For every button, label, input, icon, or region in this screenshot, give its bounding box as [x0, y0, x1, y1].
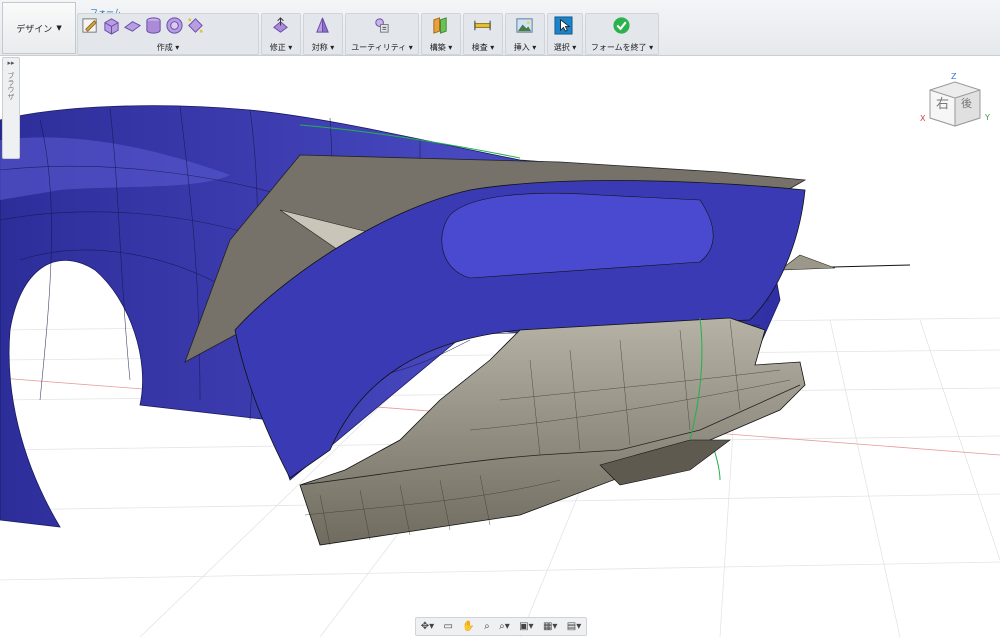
viewcube-face-back[interactable]: 後: [961, 96, 972, 110]
group-finish-label[interactable]: フォームを終了: [591, 43, 647, 52]
group-symmetry: 対称 ▾: [303, 13, 343, 55]
look-at-icon[interactable]: ▭: [443, 621, 452, 632]
group-symmetry-label[interactable]: 対称: [312, 43, 328, 52]
zoom-icon[interactable]: ⌕: [484, 621, 490, 632]
quadball-icon[interactable]: [186, 16, 205, 35]
measure-icon[interactable]: [473, 16, 492, 35]
group-utility-label[interactable]: ユーティリティ: [351, 43, 406, 52]
modify-icon[interactable]: [271, 16, 290, 35]
group-inspect-label[interactable]: 検査: [472, 43, 488, 52]
navigation-bar: ✥▾ ▭ ✋ ⌕ ⌕▾ ▣▾ ▦▾ ▤▾: [415, 617, 587, 636]
image-icon[interactable]: [515, 16, 534, 35]
viewcube-face-right[interactable]: 右: [936, 97, 949, 112]
group-create-label[interactable]: 作成: [157, 43, 173, 52]
group-create: 作成 ▾: [77, 13, 259, 55]
group-construct: 構築 ▾: [421, 13, 461, 55]
ribbon-tabbar: フォーム: [82, 0, 130, 20]
workspace-switcher[interactable]: デザイン ▼: [2, 2, 76, 54]
axis-y-label: Y: [984, 113, 990, 122]
group-select-label[interactable]: 選択: [554, 43, 570, 52]
3d-viewport[interactable]: 右 後 Z X Y: [0, 56, 1000, 637]
sphere-icon[interactable]: [165, 16, 184, 35]
group-modify: 修正 ▾: [261, 13, 301, 55]
group-construct-label[interactable]: 構築: [430, 43, 446, 52]
group-modify-label[interactable]: 修正: [270, 43, 286, 52]
chevron-down-icon: ▼: [56, 24, 62, 32]
orbit-icon[interactable]: ✥▾: [421, 621, 434, 632]
pan-icon[interactable]: ✋: [462, 621, 474, 632]
select-cursor-icon[interactable]: [554, 16, 573, 35]
group-select: 選択 ▾: [547, 13, 583, 55]
grid-settings-icon[interactable]: ▦▾: [543, 621, 557, 632]
axis-z-label: Z: [951, 72, 957, 81]
toolbar-ribbon: デザイン ▼ フォーム 作成 ▾ 修正 ▾ 対称 ▾: [0, 0, 1000, 56]
display-settings-icon[interactable]: ▣▾: [519, 621, 533, 632]
zoom-window-icon[interactable]: ⌕▾: [499, 621, 510, 632]
axis-x-label: X: [920, 114, 926, 123]
expand-arrows-icon[interactable]: ▸▸: [3, 58, 19, 68]
sketch-edit-icon[interactable]: [81, 16, 100, 35]
group-inspect: 検査 ▾: [463, 13, 503, 55]
group-insert: 挿入 ▾: [505, 13, 545, 55]
plane-icon[interactable]: [123, 16, 142, 35]
checkmark-icon[interactable]: [612, 16, 631, 35]
construct-plane-icon[interactable]: [431, 16, 450, 35]
group-utility: ユーティリティ ▾: [345, 13, 419, 55]
box-icon[interactable]: [102, 16, 121, 35]
viewports-icon[interactable]: ▤▾: [567, 621, 581, 632]
browser-label: ブラウザ: [7, 72, 15, 100]
utility-icon[interactable]: [372, 16, 391, 35]
workspace-label: デザイン: [16, 24, 53, 35]
browser-panel-tab[interactable]: ▸▸ ブラウザ: [2, 57, 20, 159]
group-finish: フォームを終了 ▾: [585, 13, 659, 55]
viewcube[interactable]: 右 後 Z X Y: [920, 72, 990, 127]
symmetry-icon[interactable]: [313, 16, 332, 35]
group-insert-label[interactable]: 挿入: [514, 43, 530, 52]
cylinder-icon[interactable]: [144, 16, 163, 35]
